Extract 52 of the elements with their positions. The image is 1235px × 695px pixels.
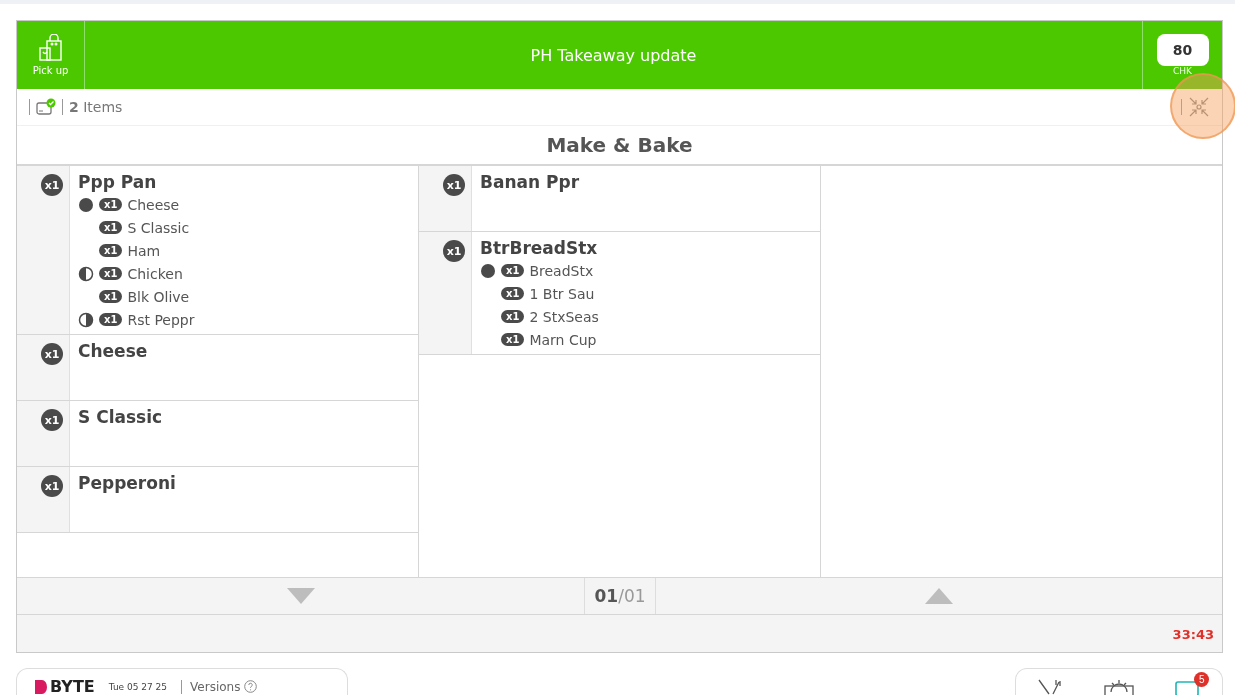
modifier-name: 1 Btr Sau: [529, 285, 595, 302]
modifier-name: BreadStx: [529, 262, 594, 279]
page-indicator: 01/01: [584, 578, 656, 614]
modifier-name: Marn Cup: [529, 331, 597, 348]
quantity-badge: x1: [99, 244, 123, 257]
quantity-badge: x1: [501, 310, 525, 323]
elapsed-timer: 33:43: [1172, 627, 1214, 642]
quantity-badge: x1: [443, 240, 465, 262]
page-down-icon[interactable]: [286, 588, 315, 604]
collapse-icon[interactable]: [1188, 96, 1210, 118]
quantity-badge: x1: [443, 174, 465, 196]
lamp-icon[interactable]: [1104, 677, 1134, 695]
quantity-badge: x1: [41, 475, 63, 497]
order-title: PH Takeaway update: [530, 45, 697, 65]
modifier-name: Cheese: [127, 196, 180, 213]
modifier-name: Rst Peppr: [127, 311, 195, 328]
item-name: Ppp Pan: [78, 172, 158, 192]
quantity-badge: x1: [99, 221, 123, 234]
notification-badge: 5: [1194, 671, 1210, 687]
item-name: BtrBreadStx: [480, 238, 599, 258]
quantity-badge: x1: [41, 409, 63, 431]
help-icon[interactable]: [244, 680, 258, 693]
quantity-badge: x1: [501, 333, 525, 346]
modifier-name: 2 StxSeas: [529, 308, 599, 325]
quantity-badge: x1: [501, 264, 525, 277]
order-type-label: Pick up: [32, 65, 69, 76]
check-label: CHK: [1173, 66, 1192, 76]
date-label: Tue 05 27 25: [108, 681, 168, 692]
modifier-name: Ham: [127, 242, 161, 259]
modifier-name: S Classic: [127, 219, 190, 236]
modifier-name: Chicken: [127, 265, 183, 282]
quantity-badge: x1: [501, 287, 525, 300]
quantity-badge: x1: [99, 267, 123, 280]
item-name: Banan Ppr: [480, 172, 580, 192]
quantity-badge: x1: [99, 198, 123, 211]
item-count: 2 Items: [69, 99, 123, 115]
quantity-badge: x1: [41, 343, 63, 365]
modifier-name: Blk Olive: [127, 288, 190, 305]
check-number: 80: [1156, 34, 1209, 66]
quantity-badge: x1: [41, 174, 63, 196]
card-check-icon: [36, 98, 56, 116]
brand-logo: BYTE: [35, 677, 95, 695]
item-name: Pepperoni: [78, 473, 176, 493]
item-name: S Classic: [78, 407, 163, 427]
shopping-bags-icon: [37, 34, 64, 62]
station-title: Make & Bake: [17, 126, 1222, 166]
versions-link[interactable]: Versions: [181, 679, 241, 694]
quantity-badge: x1: [99, 290, 123, 303]
page-up-icon[interactable]: [925, 588, 953, 604]
quantity-badge: x1: [99, 313, 123, 326]
item-name: Cheese: [78, 341, 148, 361]
utensils-icon[interactable]: [1036, 677, 1063, 695]
